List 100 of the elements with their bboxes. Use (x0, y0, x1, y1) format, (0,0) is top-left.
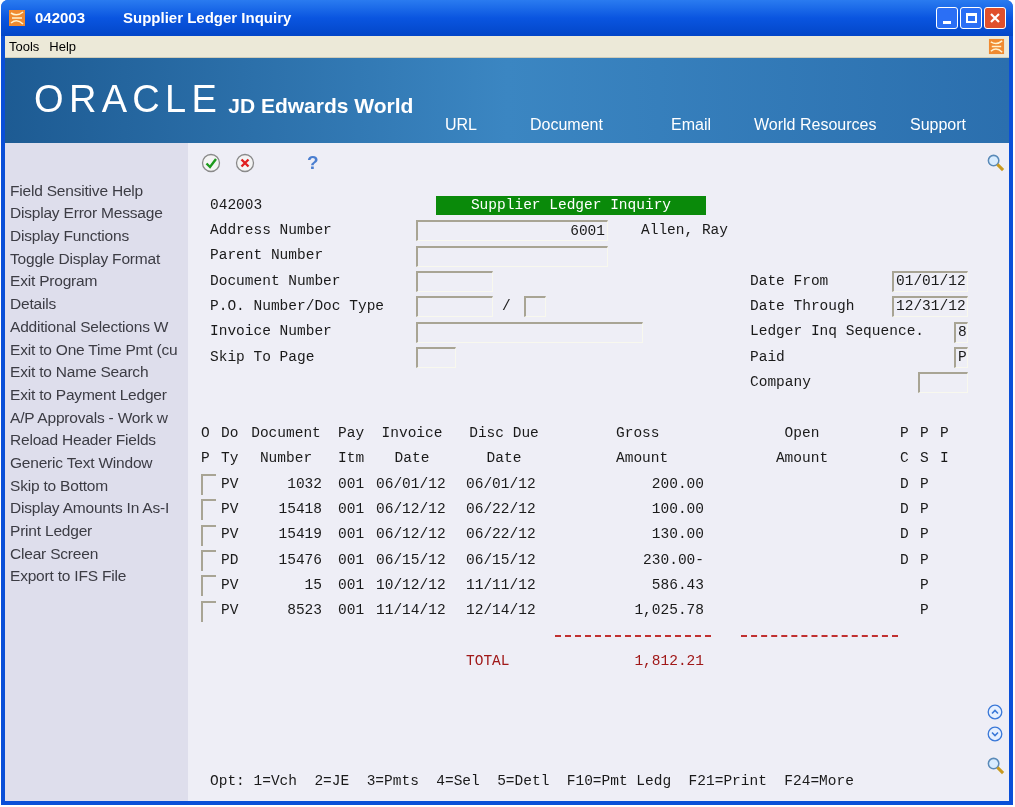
column-header: Number (259, 449, 313, 469)
search-icon[interactable] (985, 153, 1005, 172)
sidebar-item[interactable]: A/P Approvals - Work w (10, 405, 168, 429)
column-header: Disc Due (469, 424, 539, 444)
input-field[interactable]: 8 (954, 321, 968, 343)
table-cell-text: 8523 (287, 601, 322, 621)
option-field[interactable] (201, 474, 216, 496)
field-label: Skip To Page (210, 347, 316, 367)
sidebar-item[interactable]: Clear Screen (10, 541, 99, 565)
table-cell-text: 06/22/12 (466, 500, 536, 520)
input-field[interactable] (416, 321, 643, 343)
input-field[interactable]: 6001 (416, 220, 608, 242)
table-cell-text: 001 (338, 601, 365, 621)
window-title: Supplier Ledger Inquiry (123, 7, 292, 28)
table-cell-text: 001 (338, 474, 365, 494)
table-cell-text: 06/15/12 (466, 550, 536, 570)
ok-icon[interactable] (201, 153, 221, 173)
field-label: Date Through (750, 296, 855, 316)
supplier-name: Allen, Ray (641, 221, 728, 241)
field-label: Company (750, 372, 811, 392)
nav-link[interactable]: Email (671, 116, 711, 133)
table-cell-text: 06/15/12 (376, 550, 446, 570)
search-icon[interactable] (985, 756, 1005, 775)
menu-item[interactable]: Help (49, 36, 77, 57)
table-cell-text: 06/01/12 (376, 474, 446, 494)
product-name: JD Edwards World (228, 93, 414, 119)
sidebar-item[interactable]: Exit to Name Search (10, 360, 149, 384)
screen-title: Supplier Ledger Inquiry (436, 196, 706, 216)
table-cell-text: 11/11/12 (466, 575, 536, 595)
option-field[interactable] (201, 575, 216, 597)
option-field[interactable] (201, 550, 216, 571)
column-header: Do (221, 424, 239, 444)
field-label: Address Number (210, 221, 333, 241)
table-cell-text: D (900, 474, 909, 494)
help-icon[interactable]: ? (307, 148, 319, 178)
column-header: Amount (616, 449, 669, 469)
sidebar-item[interactable]: Field Sensitive Help (10, 178, 143, 202)
table-cell-text: 10/12/12 (376, 575, 446, 595)
total-amount: 1,812.21 (634, 651, 704, 671)
nav-link[interactable]: Document (530, 116, 603, 133)
table-cell-text: 200.00 (651, 474, 704, 494)
menu-item[interactable]: Tools (9, 36, 40, 57)
nav-link[interactable]: World Resources (754, 116, 877, 133)
column-header: Pay (338, 424, 365, 444)
table-cell-text: P (920, 575, 929, 595)
options-line: Opt: 1=Vch 2=JE 3=Pmts 4=Sel 5=Detl F10=Pmt Ledg F21=Print F24=More (210, 772, 854, 791)
program-id: 042003 (210, 195, 264, 215)
table-cell-text: P (920, 474, 929, 494)
sidebar-item[interactable]: Generic Text Window (10, 450, 153, 475)
input-field[interactable]: P (954, 346, 968, 368)
table-cell-text: 001 (338, 500, 365, 520)
input-field[interactable]: 12/31/12 (892, 296, 968, 318)
table-cell-text: P (920, 550, 929, 570)
close-button[interactable] (984, 7, 1006, 29)
sidebar-item[interactable]: Exit to Payment Ledger (10, 382, 167, 407)
input-field[interactable] (918, 372, 968, 394)
input-field[interactable] (416, 271, 493, 293)
table-cell-text: 001 (338, 575, 365, 595)
minimize-icon (943, 21, 951, 24)
sidebar-item[interactable]: Display Amounts In As-I (10, 496, 170, 520)
column-header: Open (784, 424, 820, 444)
maximize-button[interactable] (960, 7, 982, 29)
sidebar-item[interactable]: Print Ledger (10, 519, 93, 543)
scroll-up-icon[interactable] (987, 704, 1003, 720)
column-header: Date (394, 449, 430, 469)
cancel-icon[interactable] (235, 153, 255, 173)
sidebar-item[interactable]: Exit to One Time Pmt (cu (10, 337, 178, 361)
table-cell-text: 12/14/12 (466, 601, 536, 621)
column-header: Ty (221, 449, 239, 469)
sidebar-item[interactable]: Details (10, 292, 56, 316)
maximize-icon (965, 13, 977, 23)
input-field[interactable] (416, 346, 456, 368)
input-field[interactable] (416, 296, 493, 318)
option-field[interactable] (201, 524, 216, 546)
sidebar-item[interactable]: Additional Selections W (10, 314, 169, 339)
nav-link[interactable]: Support (910, 116, 967, 133)
option-field[interactable] (201, 600, 216, 622)
table-cell-text: D (900, 500, 909, 520)
separator-text: / (502, 296, 512, 316)
table-cell-text: 001 (338, 525, 365, 545)
sidebar-item[interactable]: Reload Header Fields (10, 428, 156, 452)
nav-link[interactable]: URL (445, 116, 477, 133)
app-icon (8, 9, 26, 27)
sidebar-item[interactable]: Display Error Message (10, 201, 163, 225)
option-field[interactable] (201, 499, 216, 521)
sidebar-item[interactable]: Toggle Display Format (10, 246, 160, 271)
table-cell-text: P (920, 500, 929, 520)
input-field[interactable] (524, 296, 546, 318)
input-field[interactable] (416, 245, 608, 267)
input-field[interactable]: 01/01/12 (892, 271, 968, 293)
column-header: P (201, 449, 210, 469)
sidebar-item[interactable]: Display Functions (10, 224, 129, 248)
scroll-down-icon[interactable] (987, 726, 1003, 742)
sidebar-item[interactable]: Skip to Bottom (10, 473, 108, 497)
sidebar-item[interactable]: Export to IFS File (10, 564, 127, 588)
sidebar-item[interactable]: Exit Program (10, 269, 98, 293)
table-cell-text: 15418 (278, 500, 322, 520)
table-cell-text: D (900, 550, 909, 570)
minimize-button[interactable] (936, 7, 958, 29)
table-cell-text: 15 (304, 575, 322, 595)
